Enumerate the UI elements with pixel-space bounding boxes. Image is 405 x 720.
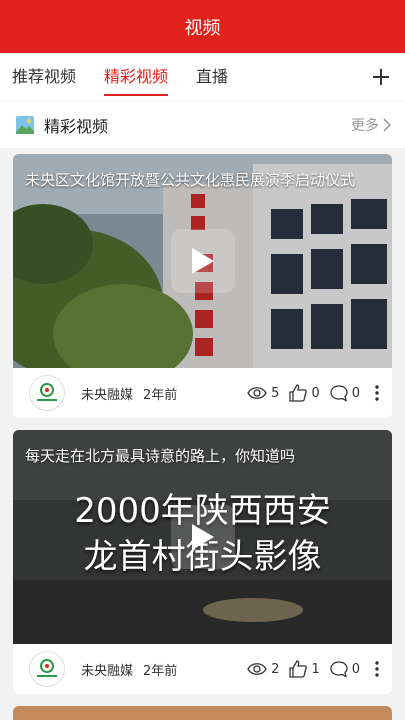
video-thumbnail[interactable]: 未央区文化馆开放暨公共文化惠民展演季启动仪式: [13, 154, 392, 368]
video-meta: 未央融媒 2年前 5 0 0: [13, 368, 392, 418]
comment-icon: [330, 661, 348, 678]
time-ago: 2年前: [143, 387, 178, 403]
comment-count-value: 0: [351, 661, 360, 677]
add-channel-button[interactable]: [369, 53, 393, 100]
next-video-card-peek[interactable]: [13, 706, 392, 720]
thumbs-up-icon: [289, 384, 308, 402]
like-count-value: 0: [311, 385, 320, 401]
tab-live[interactable]: 直播: [196, 53, 228, 100]
tab-bar: 推荐视频 精彩视频 直播: [0, 53, 405, 100]
eye-icon: [247, 663, 267, 675]
like-button[interactable]: 1: [289, 660, 320, 678]
app-screen: 视频 推荐视频 精彩视频 直播 精彩视频 更多 未央区文化馆开放暨公共文化惠民展…: [0, 0, 405, 720]
view-count: 2: [247, 662, 279, 677]
play-button[interactable]: [170, 229, 235, 293]
plus-icon: [373, 68, 389, 85]
video-card[interactable]: 每天走在北方最具诗意的路上，你知道吗 2000年陕西西安 龙首村街头影像 未央融…: [13, 430, 392, 694]
title-bar: 视频: [0, 0, 405, 53]
time-ago: 2年前: [143, 663, 178, 679]
video-meta: 未央融媒 2年前 2 1 0: [13, 644, 392, 694]
view-count: 5: [247, 386, 279, 401]
video-thumbnail[interactable]: 每天走在北方最具诗意的路上，你知道吗 2000年陕西西安 龙首村街头影像: [13, 430, 392, 644]
view-count-value: 5: [271, 385, 280, 401]
view-count-value: 2: [271, 661, 280, 677]
kebab-menu-icon: [375, 661, 379, 677]
like-button[interactable]: 0: [289, 384, 320, 402]
more-options-button[interactable]: [370, 385, 384, 401]
comment-button[interactable]: 0: [330, 384, 360, 402]
comment-icon: [330, 385, 348, 402]
more-options-button[interactable]: [370, 661, 384, 677]
section-title: 精彩视频: [44, 116, 109, 136]
video-feed: 未央区文化馆开放暨公共文化惠民展演季启动仪式 未央融媒 2年前 5 0 0 每天…: [0, 148, 405, 720]
video-card[interactable]: 未央区文化馆开放暨公共文化惠民展演季启动仪式 未央融媒 2年前 5 0 0: [13, 154, 392, 418]
comment-button[interactable]: 0: [330, 660, 360, 678]
more-link[interactable]: 更多: [351, 115, 391, 135]
thumbs-up-icon: [289, 660, 308, 678]
image-icon: [16, 115, 34, 134]
video-title: 每天走在北方最具诗意的路上，你知道吗: [25, 447, 296, 465]
play-icon: [191, 248, 214, 274]
page-title: 视频: [184, 17, 221, 39]
play-button[interactable]: [170, 505, 235, 569]
like-count-value: 1: [311, 661, 320, 677]
eye-icon: [247, 387, 267, 399]
play-icon: [191, 524, 214, 550]
source-logo-icon: [37, 383, 57, 401]
more-label: 更多: [351, 117, 379, 134]
comment-count-value: 0: [351, 385, 360, 401]
source-name[interactable]: 未央融媒: [81, 660, 133, 679]
tab-recommended-videos[interactable]: 推荐视频: [12, 53, 76, 100]
avatar[interactable]: [29, 651, 65, 687]
section-header: 精彩视频 更多: [0, 100, 405, 148]
chevron-right-icon: [383, 117, 391, 132]
source-logo-icon: [37, 659, 57, 677]
source-name[interactable]: 未央融媒: [81, 384, 133, 403]
video-title: 未央区文化馆开放暨公共文化惠民展演季启动仪式: [25, 171, 356, 189]
kebab-menu-icon: [375, 385, 379, 401]
tab-featured-videos[interactable]: 精彩视频: [104, 53, 169, 100]
avatar[interactable]: [29, 375, 65, 411]
